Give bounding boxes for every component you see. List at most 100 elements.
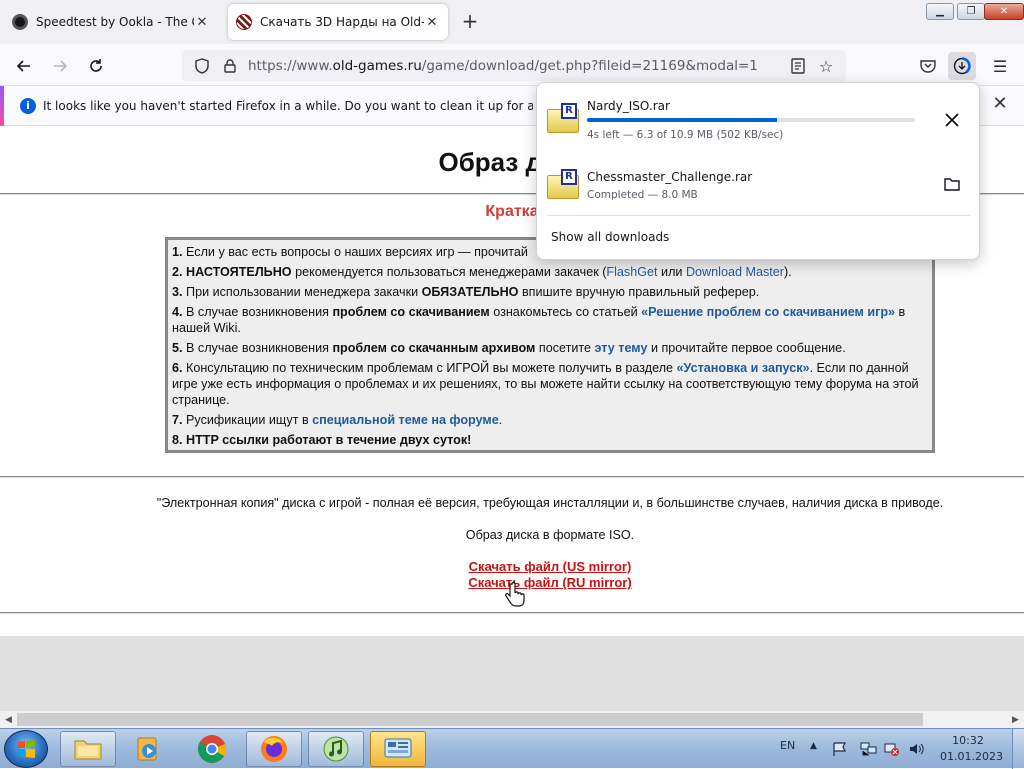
reload-icon <box>90 59 102 72</box>
rule-number: 8. <box>172 433 183 447</box>
scroll-left-icon[interactable]: ◀ <box>0 711 17 728</box>
control-panel-icon <box>384 738 412 758</box>
hand-cursor-icon <box>505 582 525 607</box>
show-desktop-button[interactable] <box>1012 729 1024 769</box>
downloads-panel: R Nardy_ISO.rar 4s left — 6.3 of 10.9 MB… <box>536 82 980 260</box>
rule-text: проблем со скачанным архивом <box>332 341 536 355</box>
download-item[interactable]: R Nardy_ISO.rar 4s left — 6.3 of 10.9 MB… <box>537 87 981 151</box>
divider <box>547 215 971 216</box>
horizontal-scrollbar[interactable]: ◀ ▶ <box>0 711 1024 728</box>
tracking-protection-shield-icon[interactable] <box>192 56 212 76</box>
pocket-icon[interactable] <box>914 52 942 80</box>
tab-close-icon[interactable]: ✕ <box>424 15 440 30</box>
reload-button[interactable] <box>82 52 110 80</box>
rule-text: и прочитайте первое сообщение. <box>647 341 846 355</box>
rule-number: 5. <box>172 341 183 355</box>
volume-icon[interactable] <box>908 741 926 757</box>
rule-text: впишите вручную правильный реферер. <box>518 285 760 299</box>
open-folder-button[interactable] <box>937 169 967 199</box>
language-indicator[interactable]: EN <box>780 739 795 752</box>
show-all-downloads-link[interactable]: Show all downloads <box>551 230 669 244</box>
speedtest-favicon-icon <box>12 14 28 30</box>
close-window-button[interactable]: ✕ <box>984 3 1024 20</box>
download-status: 4s left — 6.3 of 10.9 MB (502 KB/sec) <box>587 129 784 141</box>
taskbar-file-explorer[interactable] <box>60 731 116 767</box>
new-tab-button[interactable]: + <box>458 10 482 34</box>
notification-stripe <box>0 86 4 126</box>
rule-text: В случае возникновения <box>186 341 333 355</box>
rule-number: 1. <box>172 245 183 259</box>
arrow-right-icon <box>54 60 68 72</box>
app-menu-button[interactable]: ☰ <box>986 52 1014 80</box>
close-icon <box>945 113 959 127</box>
network-error-icon[interactable] <box>884 741 900 757</box>
taskbar-media-player[interactable] <box>120 731 176 767</box>
windows-taskbar: EN ▲ 10:32 01.01.2023 <box>0 728 1024 769</box>
forward-button[interactable] <box>46 52 74 80</box>
format-note: Образ диска в формате ISO. <box>465 528 635 542</box>
scroll-right-icon[interactable]: ▶ <box>1007 711 1024 728</box>
rule-link[interactable]: эту тему <box>595 341 648 355</box>
rule-item: 2. НАСТОЯТЕЛЬНО рекомендуется пользовать… <box>172 264 928 280</box>
rule-text: ОБЯЗАТЕЛЬНО <box>421 285 519 299</box>
divider <box>0 476 1024 478</box>
tab-title: Speedtest by Ookla - The Globa <box>36 15 194 29</box>
downloads-button[interactable] <box>948 52 976 80</box>
rule-link[interactable]: Download Master <box>686 265 784 279</box>
rule-number: 4. <box>172 305 183 319</box>
back-button[interactable] <box>10 52 38 80</box>
network-icon[interactable] <box>860 741 878 757</box>
maximize-button[interactable]: ❐ <box>957 3 985 20</box>
notification-close-button[interactable]: ✕ <box>988 92 1012 116</box>
clock-time: 10:32 <box>952 734 984 747</box>
rule-number: 3. <box>172 285 183 299</box>
start-button[interactable] <box>4 730 48 768</box>
tab-close-icon[interactable]: ✕ <box>194 15 210 30</box>
rule-text: HTTP ссылки работают в течение двух суто… <box>186 433 472 447</box>
bookmark-star-icon[interactable]: ☆ <box>812 52 840 80</box>
rule-text: При использовании менеджера закачки <box>186 285 422 299</box>
download-item[interactable]: R Chessmaster_Challenge.rar Completed — … <box>537 151 981 215</box>
rar-file-icon: R <box>547 169 579 199</box>
rule-number: 2. <box>172 265 183 279</box>
taskbar-chrome[interactable] <box>184 731 240 767</box>
url-bar[interactable]: https://www.old-games.ru/game/download/g… <box>182 50 846 81</box>
rule-link[interactable]: FlashGet <box>606 265 657 279</box>
download-progress-fill <box>587 118 777 122</box>
rule-number: 6. <box>172 361 183 375</box>
rule-item: 3. При использовании менеджера закачки О… <box>172 284 928 300</box>
download-filename: Nardy_ISO.rar <box>587 99 670 113</box>
download-us-link-text[interactable]: Скачать файл (US mirror) <box>469 559 632 574</box>
rule-number: 7. <box>172 413 183 427</box>
rar-file-icon: R <box>547 103 579 133</box>
taskbar-firefox[interactable] <box>246 731 302 767</box>
scrollbar-thumb[interactable] <box>17 713 923 726</box>
arrow-left-icon <box>16 60 30 72</box>
download-progress-bar <box>587 118 915 122</box>
download-ru-link-text[interactable]: Скачать файл (RU mirror) <box>468 575 631 590</box>
navigation-toolbar: https://www.old-games.ru/game/download/g… <box>0 44 1024 86</box>
system-clock[interactable]: 10:32 01.01.2023 <box>940 733 1003 765</box>
action-center-flag-icon[interactable] <box>832 741 848 757</box>
tab-speedtest[interactable]: Speedtest by Ookla - The Globa ✕ <box>4 4 218 40</box>
rule-text: ознакомьтесь со статьей <box>489 305 642 319</box>
rules-box: 1. Если у вас есть вопросы о наших верси… <box>165 237 935 453</box>
rule-link[interactable]: специальной теме на форуме <box>312 413 499 427</box>
reader-view-icon[interactable] <box>784 52 812 80</box>
taskbar-itunes[interactable] <box>308 731 364 767</box>
show-hidden-icons-icon[interactable]: ▲ <box>810 741 817 751</box>
rule-item: 7. Русификации ищут в специальной теме н… <box>172 412 928 428</box>
taskbar-control-panel[interactable] <box>370 731 426 767</box>
rule-text: Русификации ищут в <box>186 413 313 427</box>
minimize-button[interactable]: ▁ <box>926 3 954 20</box>
rule-text: НАСТОЯТЕЛЬНО <box>186 265 292 279</box>
download-status: Completed — 8.0 MB <box>587 189 698 201</box>
rule-item: 5. В случае возникновения проблем со ска… <box>172 340 928 356</box>
cancel-download-button[interactable] <box>937 105 967 135</box>
rule-link[interactable]: «Решение проблем со скачиванием игр» <box>641 305 895 319</box>
page-footer-area <box>0 636 1024 711</box>
firefox-icon <box>261 736 287 762</box>
tab-old-games[interactable]: Скачать 3D Нарды на Old-Gam ✕ <box>228 4 448 40</box>
lock-icon[interactable] <box>220 56 240 76</box>
rule-link[interactable]: «Установка и запуск» <box>677 361 810 375</box>
